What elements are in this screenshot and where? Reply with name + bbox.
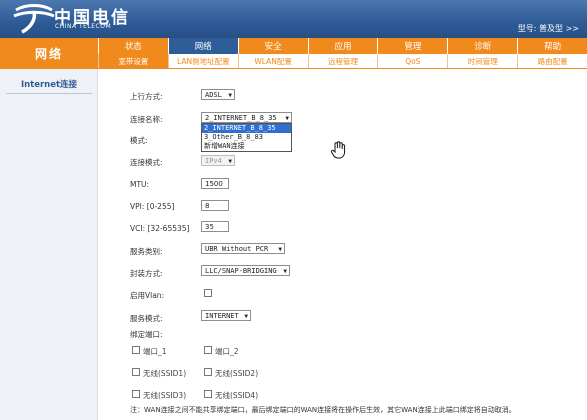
proto-value: IPv4 [205,156,222,165]
uplink-label: 上行方式: [130,92,163,101]
dropdown-option[interactable]: 新增WAN连接 [202,142,291,151]
section-title: 网络 [0,38,98,69]
chevron-down-icon: ▼ [228,158,232,165]
ssid2-label: 无线(SSID2) [215,369,259,378]
chevron-down-icon: ▼ [244,313,248,320]
sub-tabs: 宽带设置 LAN侧地址配置 WLAN配置 远程管理 QoS 时间管理 路由配置 [98,54,587,69]
tab-network[interactable]: 网络 [167,38,238,54]
encap-label: 封装方式: [130,269,163,278]
conn-name-value: 2_INTERNET_B_8_35 [205,113,277,122]
mode-label: 模式: [130,136,148,145]
device-model[interactable]: 型号: 普及型 >> [518,23,579,34]
vci-label: VCI: [32-65535] [130,224,190,233]
subtab-broadband[interactable]: 宽带设置 [98,54,168,68]
proto-label: 连接模式: [130,158,163,167]
service-mode-label: 服务模式: [130,314,163,323]
vpi-input[interactable]: 8 [201,200,229,211]
top-banner: 中国电信 CHINA TELECOM 型号: 普及型 >> [0,0,587,38]
port2-checkbox[interactable] [204,346,212,354]
conn-name-dropdown[interactable]: 2_INTERNET_B_8_35 3_Other_B_8_83 新增WAN连接 [201,123,292,152]
bind-port-label: 绑定端口: [130,330,163,339]
port1-checkbox[interactable] [132,346,140,354]
vci-input[interactable]: 35 [201,221,229,232]
tab-status[interactable]: 状态 [98,38,168,54]
binding-note: 注：WAN连接之间不能共享绑定端口，最后绑定端口的WAN连接将在操作后生效，其它… [130,406,516,414]
subtab-lan[interactable]: LAN侧地址配置 [167,54,238,68]
service-mode-value: INTERNET [205,311,239,320]
service-mode-select[interactable]: INTERNET ▼ [201,310,251,321]
uplink-select[interactable]: ADSL ▼ [201,89,235,100]
mtu-input[interactable]: 1500 [201,178,229,189]
dropdown-option[interactable]: 3_Other_B_8_83 [202,133,291,142]
ssid1-label: 无线(SSID1) [143,369,187,378]
subtab-time[interactable]: 时间管理 [447,54,518,68]
china-telecom-logo-icon [13,4,55,34]
vlan-checkbox[interactable] [204,289,212,297]
wan-form: 上行方式: ADSL ▼ 连接名称: 2_INTERNET_B_8_35 ▼ 模… [98,69,587,420]
main-tabs: 状态 网络 安全 应用 管理 诊断 帮助 [98,38,587,54]
chevron-down-icon: ▼ [285,115,289,122]
hand-cursor-icon [330,141,346,159]
port2-label: 端口_2 [215,347,239,356]
ssid4-checkbox[interactable] [204,390,212,398]
subtab-wlan[interactable]: WLAN配置 [237,54,308,68]
tab-diagnostics[interactable]: 诊断 [447,38,518,54]
chevron-down-icon: ▼ [278,246,282,253]
conn-name-label: 连接名称: [130,115,163,124]
service-type-label: 服务类别: [130,247,163,256]
ssid1-checkbox[interactable] [132,368,140,376]
mtu-label: MTU: [130,180,150,189]
conn-name-select[interactable]: 2_INTERNET_B_8_35 ▼ [201,112,292,123]
sidebar: Internet连接 [0,69,98,420]
tab-application[interactable]: 应用 [307,38,378,54]
ssid2-checkbox[interactable] [204,368,212,376]
subtab-qos[interactable]: QoS [377,54,448,68]
sidebar-item-internet[interactable]: Internet连接 [6,78,92,94]
chevron-down-icon: ▼ [228,92,232,99]
subtab-routing[interactable]: 路由配置 [517,54,587,68]
proto-select[interactable]: IPv4 ▼ [201,155,235,166]
chevron-down-icon: ▼ [283,268,287,275]
dropdown-option[interactable]: 2_INTERNET_B_8_35 [202,124,291,133]
encap-select[interactable]: LLC/SNAP-BRIDGING ▼ [201,265,290,276]
tab-management[interactable]: 管理 [377,38,448,54]
tab-security[interactable]: 安全 [237,38,308,54]
ssid4-label: 无线(SSID4) [215,391,259,400]
service-type-select[interactable]: UBR Without PCR ▼ [201,243,285,254]
service-type-value: UBR Without PCR [205,244,269,253]
port1-label: 端口_1 [143,347,167,356]
tab-help[interactable]: 帮助 [517,38,587,54]
subtab-remote[interactable]: 远程管理 [307,54,378,68]
uplink-value: ADSL [205,90,222,99]
ssid3-checkbox[interactable] [132,390,140,398]
brand-name-en: CHINA TELECOM [55,23,112,30]
ssid3-label: 无线(SSID3) [143,391,187,400]
vlan-label: 启用Vlan: [130,291,165,300]
encap-value: LLC/SNAP-BRIDGING [205,266,277,275]
vpi-label: VPI: [0-255] [130,202,175,211]
